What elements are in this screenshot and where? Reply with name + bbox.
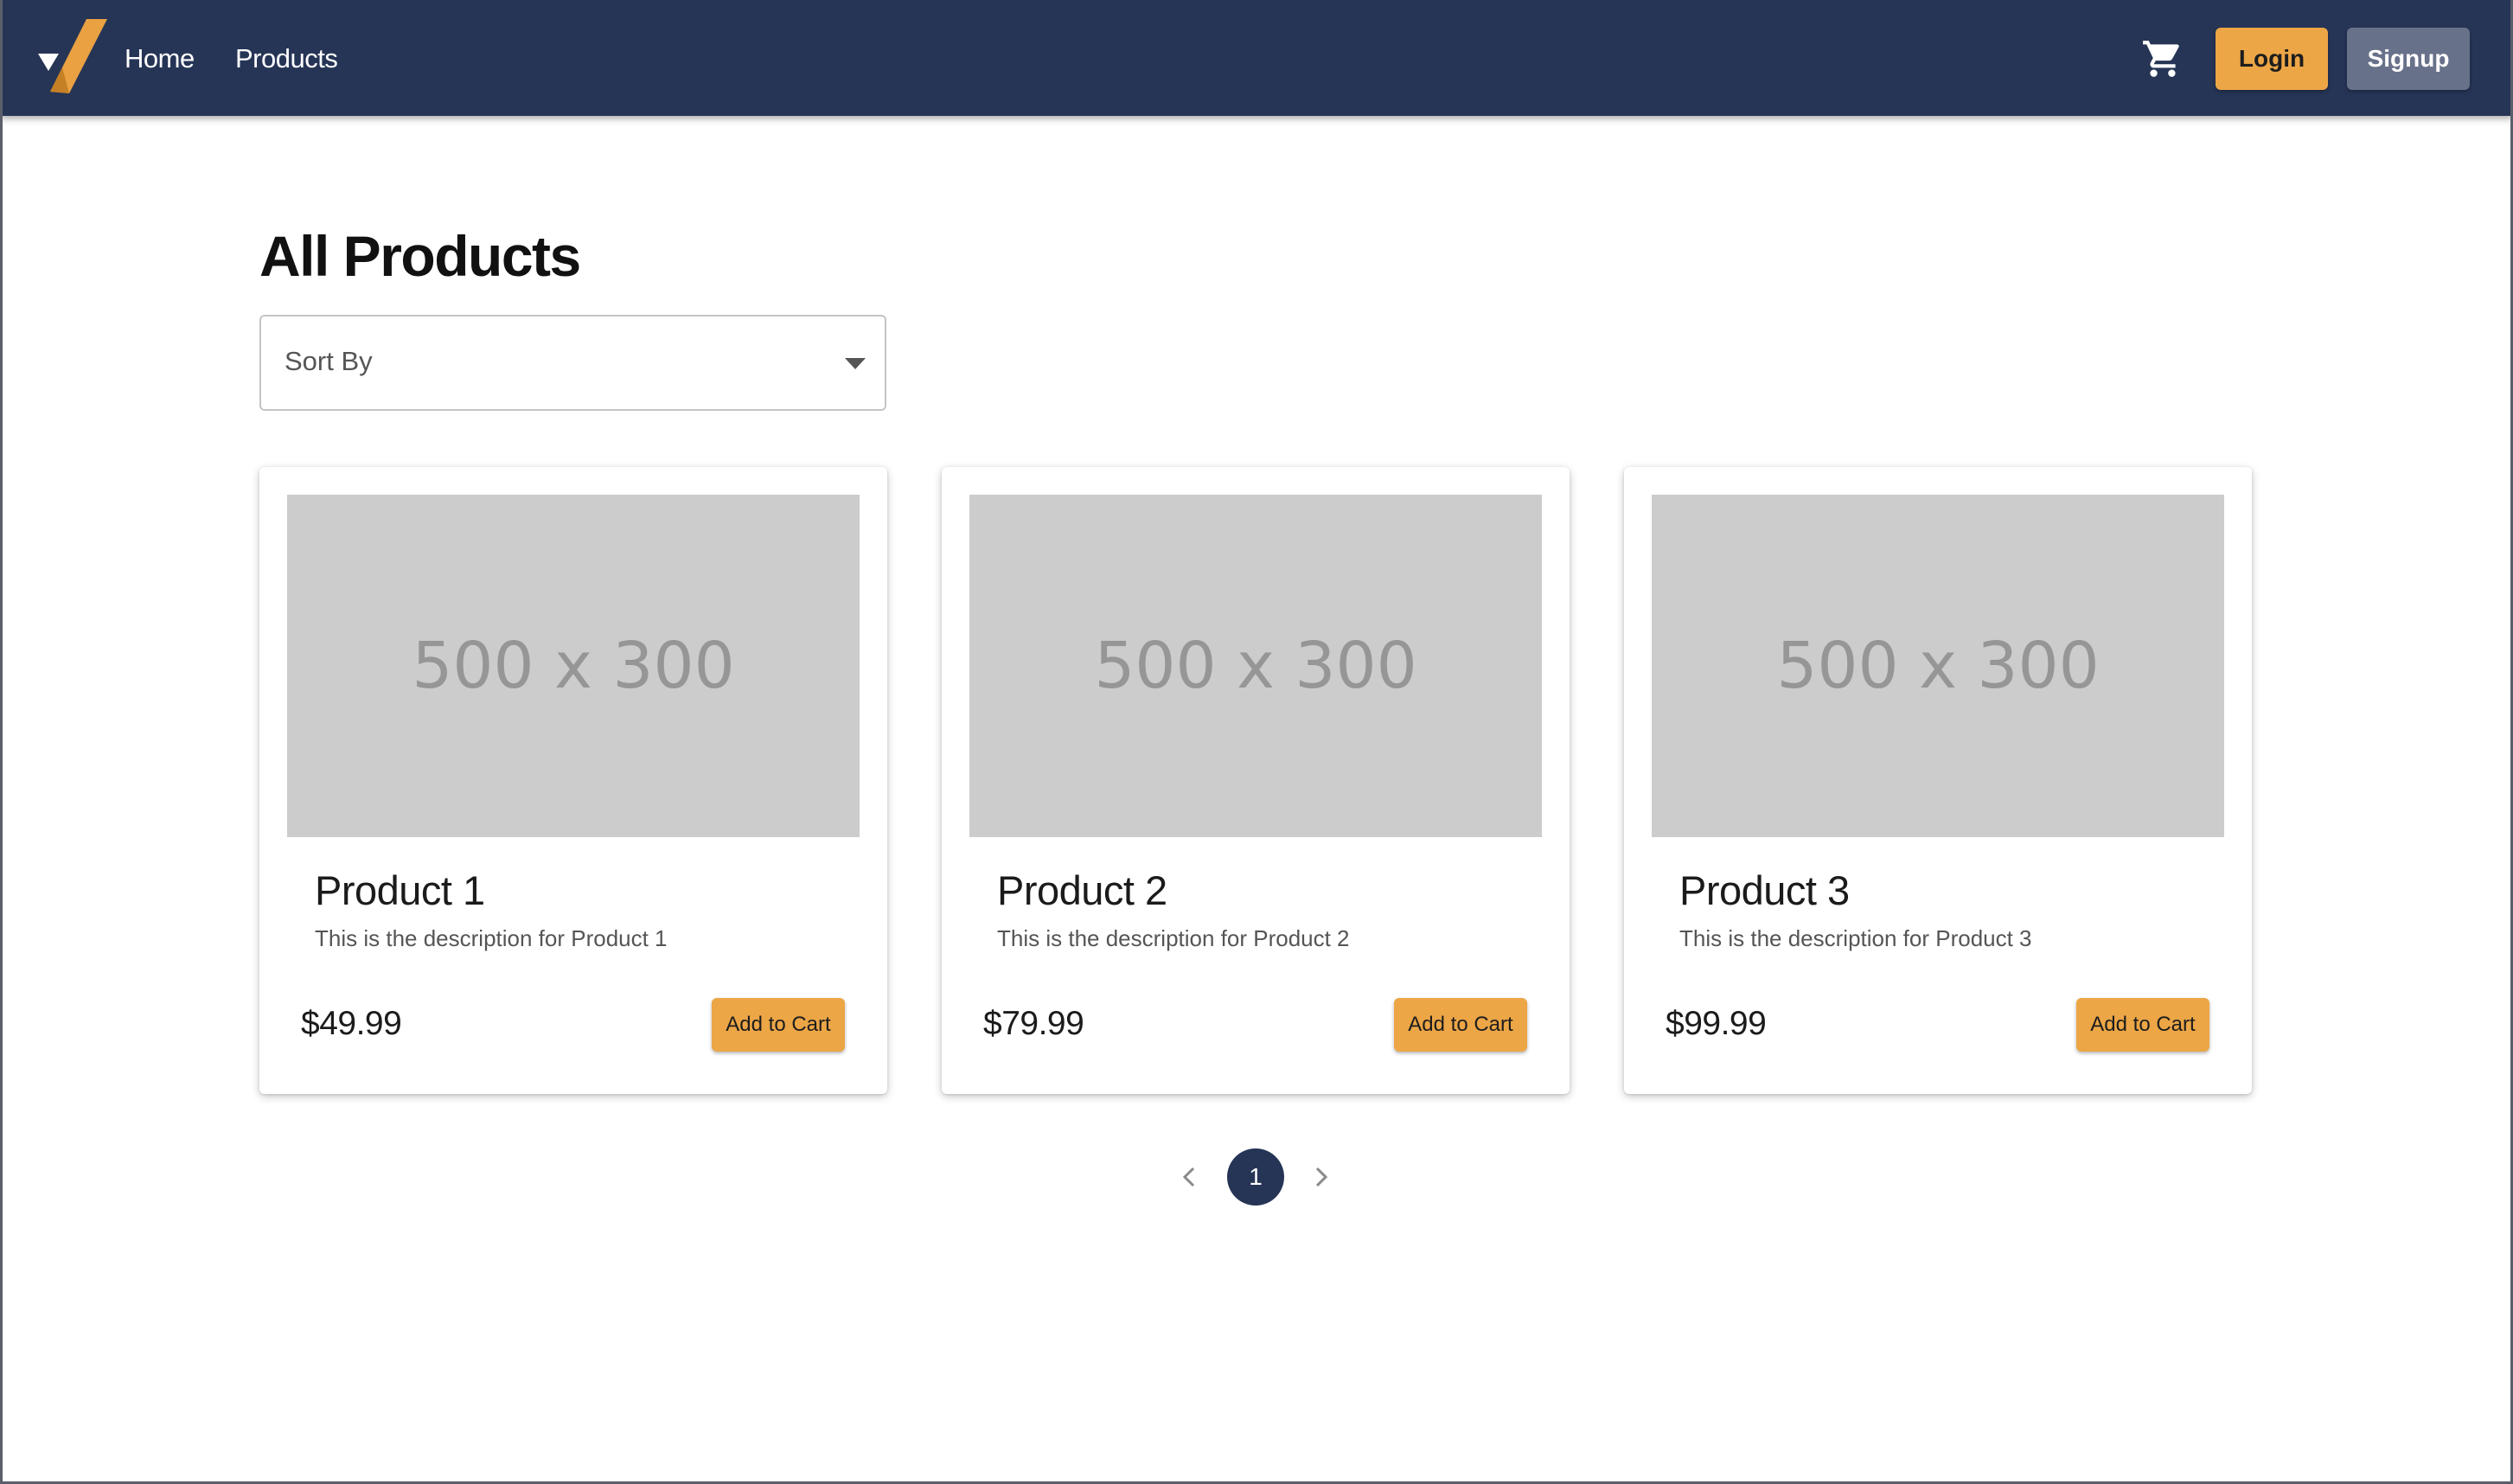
product-description: This is the description for Product 3: [1679, 925, 2032, 951]
login-button[interactable]: Login: [2216, 28, 2328, 90]
product-price: $49.99: [301, 1005, 402, 1042]
shopping-cart-icon[interactable]: [2141, 37, 2184, 80]
product-name: Product 3: [1679, 867, 1850, 913]
product-image-text: 500 x 300: [412, 629, 735, 703]
add-to-cart-button[interactable]: Add to Cart: [2076, 998, 2209, 1052]
pagination-prev-button[interactable]: [1174, 1158, 1204, 1196]
product-image-placeholder: 500 x 300: [1652, 495, 2224, 837]
add-to-cart-button[interactable]: Add to Cart: [712, 998, 845, 1052]
product-card: 500 x 300 Product 2 This is the descript…: [942, 467, 1570, 1094]
product-card: 500 x 300 Product 3 This is the descript…: [1624, 467, 2252, 1094]
top-navbar: Home Products Login Signup: [0, 0, 2513, 116]
product-image-placeholder: 500 x 300: [969, 495, 1542, 837]
sort-by-select[interactable]: Sort By: [259, 315, 886, 411]
product-name: Product 1: [315, 867, 485, 913]
product-price: $79.99: [983, 1005, 1084, 1042]
product-price: $99.99: [1666, 1005, 1767, 1042]
product-image-text: 500 x 300: [1094, 629, 1417, 703]
product-card: 500 x 300 Product 1 This is the descript…: [259, 467, 887, 1094]
signup-button[interactable]: Signup: [2347, 28, 2470, 90]
chevron-left-icon: [1182, 1167, 1195, 1187]
pagination-next-button[interactable]: [1307, 1158, 1336, 1196]
product-description: This is the description for Product 2: [997, 925, 1350, 951]
dropdown-arrow-icon: [845, 358, 866, 369]
add-to-cart-button[interactable]: Add to Cart: [1394, 998, 1527, 1052]
product-image-placeholder: 500 x 300: [287, 495, 860, 837]
product-description: This is the description for Product 1: [315, 925, 668, 951]
product-name: Product 2: [997, 867, 1167, 913]
product-image-text: 500 x 300: [1776, 629, 2100, 703]
brand-logo-icon[interactable]: [38, 19, 112, 97]
page-title: All Products: [259, 224, 581, 288]
nav-link-products[interactable]: Products: [235, 38, 338, 80]
pagination-page-current[interactable]: 1: [1227, 1148, 1284, 1206]
sort-by-placeholder: Sort By: [285, 346, 373, 376]
chevron-right-icon: [1315, 1167, 1328, 1187]
nav-link-home[interactable]: Home: [125, 38, 195, 80]
